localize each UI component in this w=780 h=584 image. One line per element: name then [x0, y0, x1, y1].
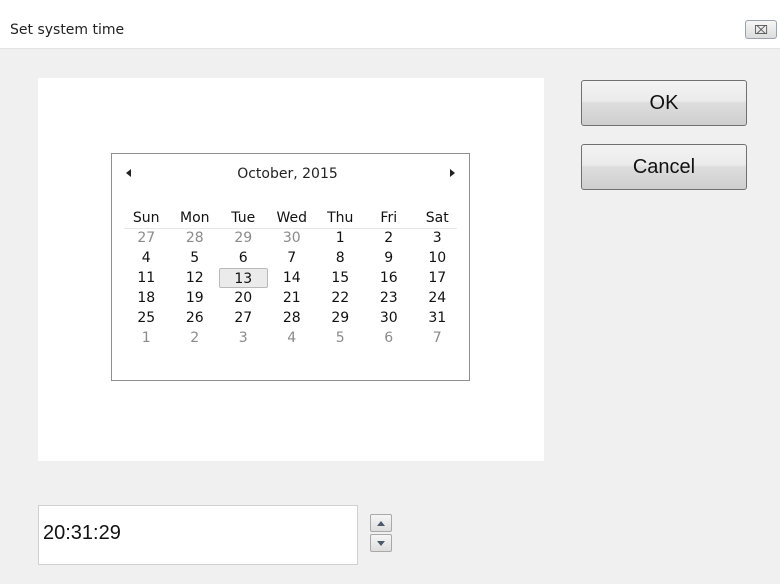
calendar-day[interactable]: 14	[268, 268, 317, 288]
calendar-day[interactable]: 4	[122, 248, 171, 268]
set-system-time-dialog: Set system time ⌧ October, 2015 Sun Mon Tu…	[0, 0, 780, 584]
calendar-day-other-month[interactable]: 6	[365, 328, 414, 348]
calendar-day-other-month[interactable]: 29	[219, 228, 268, 248]
calendar-day-other-month[interactable]: 5	[316, 328, 365, 348]
calendar-day[interactable]: 19	[171, 288, 220, 308]
calendar-day[interactable]: 5	[171, 248, 220, 268]
close-button[interactable]: ⌧	[745, 20, 777, 39]
month-calendar[interactable]: October, 2015 Sun Mon Tue Wed Thu Fri Sat 27 28 2…	[111, 153, 470, 381]
calendar-day[interactable]: 10	[413, 248, 462, 268]
calendar-day-other-month[interactable]: 4	[268, 328, 317, 348]
calendar-grid: Sun Mon Tue Wed Thu Fri Sat 27 28 29 30 1 2 3 4 5 6 7 8 9 10…	[122, 208, 462, 348]
time-field[interactable]: 20:31:29	[43, 522, 121, 545]
weekday-header: Tue	[231, 210, 256, 226]
calendar-day[interactable]: 20	[219, 288, 268, 308]
weekday-header: Mon	[179, 210, 210, 226]
calendar-day[interactable]: 15	[316, 268, 365, 288]
next-month-icon[interactable]	[450, 169, 455, 177]
month-label[interactable]: October, 2015	[109, 166, 466, 182]
calendar-day[interactable]: 2	[365, 228, 414, 248]
calendar-day[interactable]: 21	[268, 288, 317, 308]
calendar-day-selected[interactable]: 13	[219, 268, 268, 288]
calendar-day[interactable]: 11	[122, 268, 171, 288]
weekday-header: Thu	[327, 210, 354, 226]
calendar-day[interactable]: 31	[413, 308, 462, 328]
calendar-day-other-month[interactable]: 28	[171, 228, 220, 248]
calendar-day[interactable]: 18	[122, 288, 171, 308]
calendar-day[interactable]: 9	[365, 248, 414, 268]
calendar-day[interactable]: 12	[171, 268, 220, 288]
calendar-day[interactable]: 28	[268, 308, 317, 328]
calendar-day[interactable]: 25	[122, 308, 171, 328]
calendar-day[interactable]: 29	[316, 308, 365, 328]
weekday-header: Fri	[380, 210, 398, 226]
calendar-day-other-month[interactable]: 1	[122, 328, 171, 348]
time-up-button[interactable]	[370, 514, 392, 532]
calendar-header: October, 2015	[112, 166, 469, 186]
calendar-day[interactable]: 22	[316, 288, 365, 308]
calendar-day[interactable]: 8	[316, 248, 365, 268]
calendar-day-other-month[interactable]: 2	[171, 328, 220, 348]
close-icon: ⌧	[754, 22, 768, 37]
cancel-button[interactable]: Cancel	[581, 144, 747, 190]
calendar-day[interactable]: 30	[365, 308, 414, 328]
calendar-day[interactable]: 7	[268, 248, 317, 268]
time-picker[interactable]: 20:31:29	[38, 505, 392, 565]
title-bar: Set system time ⌧	[0, 0, 780, 49]
calendar-day[interactable]: 26	[171, 308, 220, 328]
ok-button[interactable]: OK	[581, 80, 747, 126]
calendar-day[interactable]: 23	[365, 288, 414, 308]
calendar-day[interactable]: 24	[413, 288, 462, 308]
calendar-day-other-month[interactable]: 7	[413, 328, 462, 348]
time-down-button[interactable]	[370, 534, 392, 552]
calendar-day-other-month[interactable]: 27	[122, 228, 171, 248]
calendar-day[interactable]: 3	[413, 228, 462, 248]
calendar-day-other-month[interactable]: 3	[219, 328, 268, 348]
calendar-day[interactable]: 16	[365, 268, 414, 288]
weekday-header: Sat	[425, 210, 449, 226]
calendar-day[interactable]: 27	[219, 308, 268, 328]
window-title: Set system time	[10, 22, 125, 38]
weekday-header: Sun	[132, 210, 160, 226]
down-arrow-icon	[377, 540, 385, 546]
up-arrow-icon	[377, 520, 385, 526]
calendar-day[interactable]: 17	[413, 268, 462, 288]
calendar-day[interactable]: 6	[219, 248, 268, 268]
calendar-day[interactable]: 1	[316, 228, 365, 248]
calendar-day-other-month[interactable]: 30	[268, 228, 317, 248]
weekday-header: Wed	[276, 210, 308, 226]
